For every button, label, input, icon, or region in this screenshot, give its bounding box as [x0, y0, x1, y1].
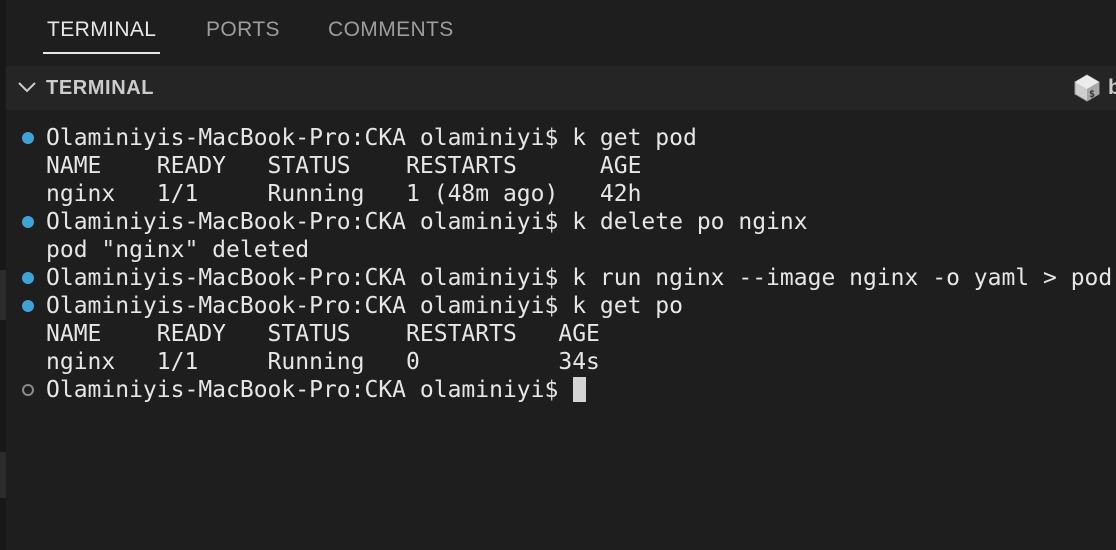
svg-text:$: $: [1089, 89, 1095, 100]
shell-icon[interactable]: $: [1072, 73, 1102, 103]
tab-terminal[interactable]: TERMINAL: [42, 18, 161, 58]
terminal-line: pod "nginx" deleted: [46, 237, 310, 263]
terminal-prompt-line[interactable]: Olaminiyis-MacBook-Pro:CKA olaminiyi$: [46, 376, 587, 404]
vscode-panel: TERMINAL PORTS COMMENTS TERMINAL $ b Ola…: [0, 0, 1116, 550]
terminal-line: nginx 1/1 Running 1 (48m ago) 42h: [46, 181, 642, 207]
terminal-line: NAME READY STATUS RESTARTS AGE: [46, 321, 600, 347]
tab-ports[interactable]: PORTS: [206, 18, 280, 58]
panel-tab-bar: TERMINAL PORTS COMMENTS: [6, 0, 1116, 66]
prompt-text: Olaminiyis-MacBook-Pro:CKA olaminiyi$: [46, 377, 573, 403]
terminal-line: nginx 1/1 Running 0 34s: [46, 349, 600, 375]
command-pending-decorator[interactable]: [22, 384, 34, 396]
tab-comments[interactable]: COMMENTS: [328, 18, 454, 58]
terminal-cursor: [573, 377, 587, 402]
terminal-line: Olaminiyis-MacBook-Pro:CKA olaminiyi$ k …: [46, 265, 1113, 291]
command-success-decorator[interactable]: [22, 272, 34, 284]
chevron-down-icon[interactable]: [16, 76, 38, 98]
terminal-line: NAME READY STATUS RESTARTS AGE: [46, 153, 642, 179]
command-success-decorator[interactable]: [22, 300, 34, 312]
shell-name-label: b: [1108, 76, 1116, 99]
terminal-line: Olaminiyis-MacBook-Pro:CKA olaminiyi$ k …: [46, 293, 683, 319]
section-title: TERMINAL: [46, 77, 155, 99]
terminal-output[interactable]: Olaminiyis-MacBook-Pro:CKA olaminiyi$ k …: [6, 110, 1116, 550]
terminal-line: Olaminiyis-MacBook-Pro:CKA olaminiyi$ k …: [46, 209, 808, 235]
command-success-decorator[interactable]: [22, 132, 34, 144]
terminal-section-header[interactable]: TERMINAL $ b: [6, 66, 1116, 110]
command-success-decorator[interactable]: [22, 216, 34, 228]
terminal-line: Olaminiyis-MacBook-Pro:CKA olaminiyi$ k …: [46, 125, 697, 151]
